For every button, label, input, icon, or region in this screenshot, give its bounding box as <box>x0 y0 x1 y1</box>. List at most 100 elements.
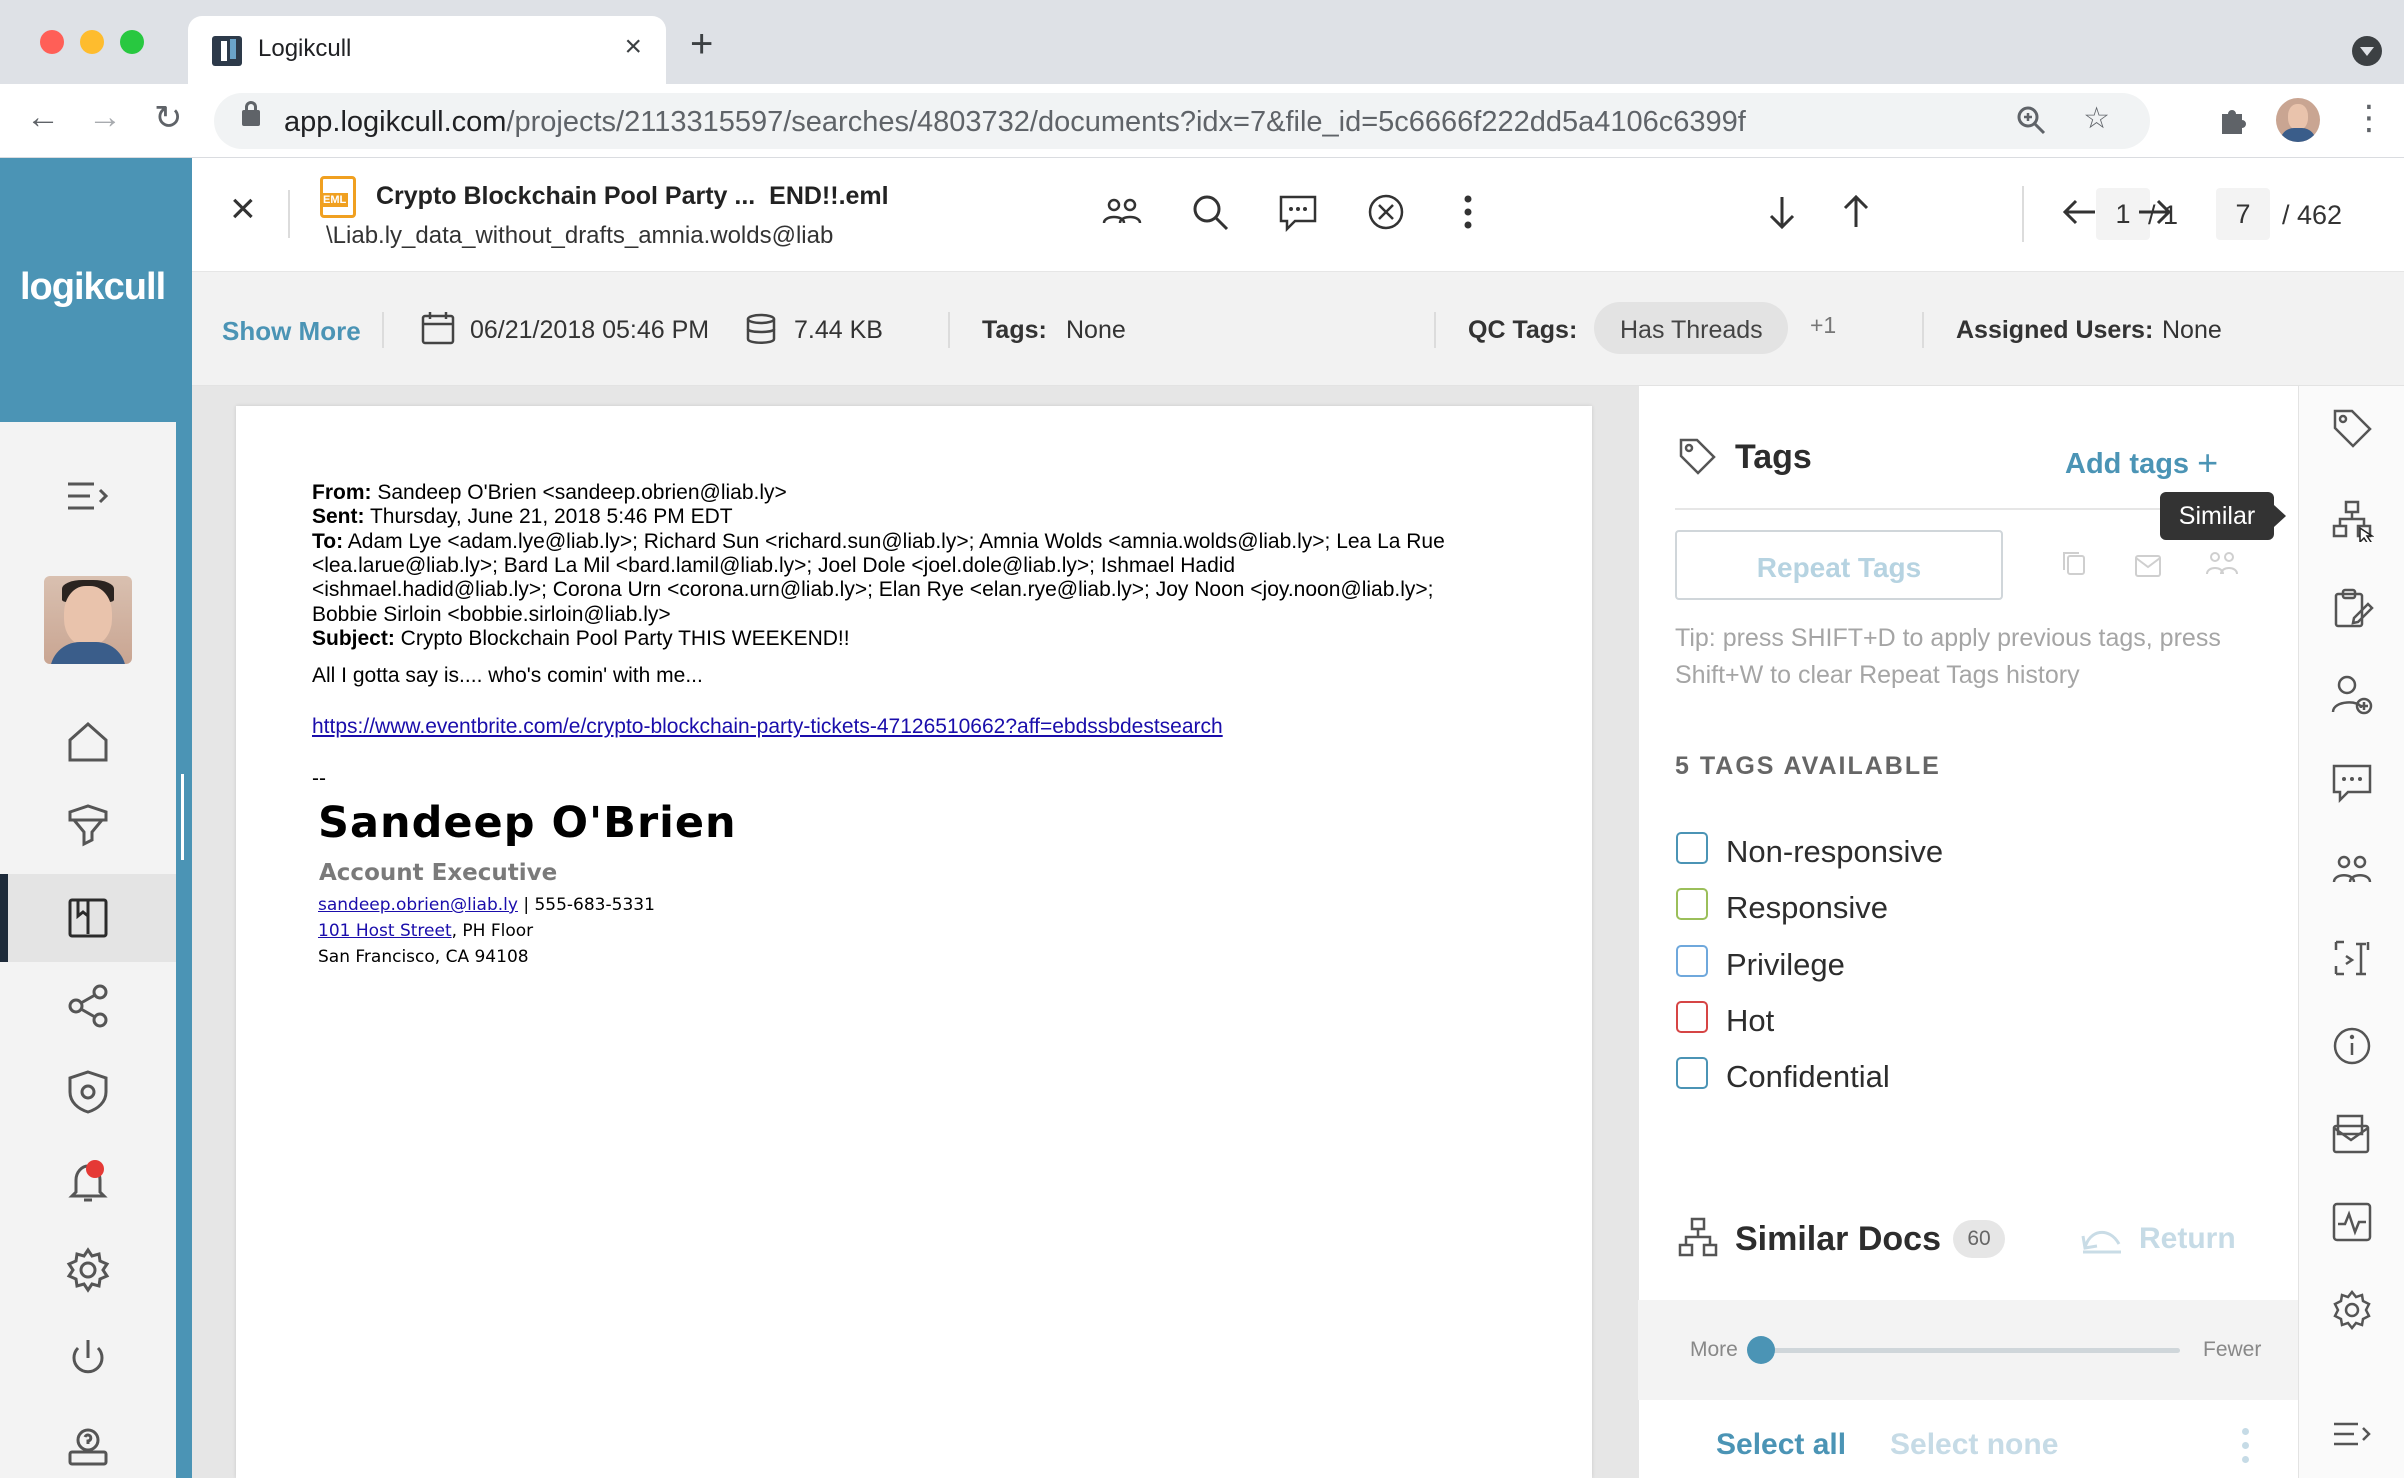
back-arrow-icon[interactable]: ← <box>26 98 60 137</box>
qc-tags-more[interactable]: +1 <box>1810 312 1836 339</box>
next-document-arrow-icon[interactable] <box>2128 186 2180 238</box>
slider-fewer-label: Fewer <box>2203 1338 2262 1361</box>
help-support-icon[interactable] <box>58 1416 118 1476</box>
email-thread-icon[interactable] <box>2328 1110 2376 1158</box>
sidebar-resize-handle[interactable] <box>176 422 192 1478</box>
document-metadata-bar: Show More 06/21/2018 05:46 PM 7.44 KB Ta… <box>192 272 2404 386</box>
logikcull-logo[interactable]: logikcull <box>20 266 166 309</box>
close-document-icon[interactable]: × <box>230 184 256 234</box>
lock-icon <box>242 101 260 126</box>
select-none-button[interactable]: Select none <box>1890 1428 2058 1462</box>
collapse-menu-icon[interactable] <box>58 466 118 526</box>
signature-email-link[interactable]: sandeep.obrien@liab.ly <box>318 895 518 915</box>
previous-document-arrow-icon[interactable] <box>2054 186 2106 238</box>
extensions-puzzle-icon[interactable] <box>2216 102 2250 141</box>
similarity-slider-thumb[interactable] <box>1747 1336 1775 1364</box>
reload-icon[interactable]: ↻ <box>154 98 183 138</box>
browser-toolbar: ← → ↻ app.logikcull.com/projects/2113315… <box>0 84 2404 158</box>
document-date: 06/21/2018 05:46 PM <box>470 316 710 344</box>
assign-user-icon[interactable] <box>2328 670 2376 718</box>
collapse-panel-icon[interactable] <box>2328 1410 2376 1458</box>
custodians-icon[interactable] <box>1096 186 1148 238</box>
window-zoom-button[interactable] <box>120 30 144 54</box>
assigned-users-value: None <box>2162 316 2222 344</box>
tag-label: Non-responsive <box>1726 834 1944 869</box>
family-tags-icon[interactable] <box>2133 548 2169 584</box>
document-file-name: Crypto Blockchain Pool Party ... END!!.e… <box>376 182 889 210</box>
share-icon[interactable] <box>58 976 118 1036</box>
tab-title: Logikcull <box>258 35 352 62</box>
signature-city: San Francisco, CA 94108 <box>318 947 529 967</box>
upload-funnel-icon[interactable] <box>58 796 118 856</box>
qc-tag-chip[interactable]: Has Threads <box>1594 302 1788 354</box>
notifications-bell-icon[interactable] <box>58 1152 118 1212</box>
document-index-input[interactable]: 7 <box>2216 188 2270 240</box>
tags-available-heading: 5 TAGS AVAILABLE <box>1675 752 1941 780</box>
email-to-line-2: <lea.larue@liab.ly>; Bard La Mil <bard.l… <box>312 554 1236 577</box>
next-hit-down-icon[interactable] <box>1756 186 1808 238</box>
select-all-button[interactable]: Select all <box>1716 1428 1846 1462</box>
tag-checkbox-privilege[interactable] <box>1676 945 1708 977</box>
signature-title: Account Executive <box>319 860 558 886</box>
document-total: / 462 <box>2282 200 2343 230</box>
bookmark-star-icon[interactable]: ☆ <box>2083 101 2110 136</box>
more-options-icon[interactable] <box>1442 186 1494 238</box>
user-avatar[interactable] <box>44 576 132 664</box>
similar-tooltip: Similar <box>2160 492 2286 540</box>
tags-tool-icon[interactable] <box>2328 404 2376 452</box>
add-tags-button[interactable]: Add tags + <box>2065 440 2218 483</box>
similar-tool-icon[interactable] <box>2328 496 2376 544</box>
search-icon[interactable] <box>1184 186 1236 238</box>
signature-name: Sandeep O'Brien <box>318 798 737 848</box>
brand-panel: logikcull <box>0 158 192 422</box>
url-text[interactable]: app.logikcull.com/projects/2113315597/se… <box>284 106 1746 139</box>
return-button[interactable]: Return <box>2139 1222 2236 1256</box>
custodians-tool-icon[interactable] <box>2328 846 2376 894</box>
show-more-link[interactable]: Show More <box>222 316 361 347</box>
browser-profile-avatar[interactable] <box>2276 98 2320 142</box>
copy-tags-icon[interactable] <box>2059 548 2095 584</box>
similar-docs-icon <box>1677 1216 1719 1263</box>
comments-icon[interactable] <box>1272 186 1324 238</box>
settings-gear-icon[interactable] <box>58 1240 118 1300</box>
tags-label: Tags: <box>982 316 1047 344</box>
tag-checkbox-non-responsive[interactable] <box>1676 832 1708 864</box>
exclude-circle-x-icon[interactable] <box>1360 186 1412 238</box>
info-icon[interactable] <box>2328 1022 2376 1070</box>
eml-file-icon: EML <box>320 176 356 218</box>
zoom-icon[interactable] <box>2016 105 2046 143</box>
window-close-button[interactable] <box>40 30 64 54</box>
forward-arrow-icon[interactable]: → <box>88 98 122 137</box>
window-minimize-button[interactable] <box>80 30 104 54</box>
browser-tab[interactable]: Logikcull × <box>188 16 666 84</box>
tab-close-icon[interactable]: × <box>624 30 642 64</box>
browser-menu-icon[interactable]: ⋮ <box>2352 98 2386 138</box>
email-link[interactable]: https://www.eventbrite.com/e/crypto-bloc… <box>312 715 1223 740</box>
new-tab-button[interactable]: + <box>690 22 713 67</box>
text-extract-icon[interactable] <box>2328 934 2376 982</box>
panel-settings-icon[interactable] <box>2328 1286 2376 1334</box>
repeat-tags-button[interactable]: Repeat Tags <box>1675 530 2003 600</box>
similar-options-icon[interactable] <box>2240 1426 2250 1466</box>
tag-icon <box>1677 436 1717 481</box>
thread-tags-icon[interactable] <box>2205 548 2241 584</box>
slider-more-label: More <box>1690 1338 1738 1361</box>
signature-street-link[interactable]: 101 Host Street <box>318 921 452 941</box>
address-bar[interactable]: app.logikcull.com/projects/2113315597/se… <box>214 93 2150 149</box>
clipboard-edit-icon[interactable] <box>2328 584 2376 632</box>
document-header: × EML Crypto Blockchain Pool Party ... E… <box>192 158 2404 272</box>
email-to-line-3: <ishmael.hadid@liab.ly>; Corona Urn <cor… <box>312 578 1434 601</box>
tag-checkbox-confidential[interactable] <box>1676 1057 1708 1089</box>
tab-search-button[interactable] <box>2352 36 2382 66</box>
activity-chart-icon[interactable] <box>2328 1198 2376 1246</box>
tag-checkbox-responsive[interactable] <box>1676 888 1708 920</box>
logout-power-icon[interactable] <box>58 1328 118 1388</box>
comments-tool-icon[interactable] <box>2328 758 2376 806</box>
return-icon[interactable] <box>2079 1218 2125 1261</box>
similarity-slider-track[interactable] <box>1760 1348 2180 1353</box>
documents-book-icon[interactable] <box>58 888 118 948</box>
security-shield-icon[interactable] <box>58 1062 118 1122</box>
previous-hit-up-icon[interactable] <box>1830 186 1882 238</box>
tag-checkbox-hot[interactable] <box>1676 1001 1708 1033</box>
home-icon[interactable] <box>58 712 118 772</box>
